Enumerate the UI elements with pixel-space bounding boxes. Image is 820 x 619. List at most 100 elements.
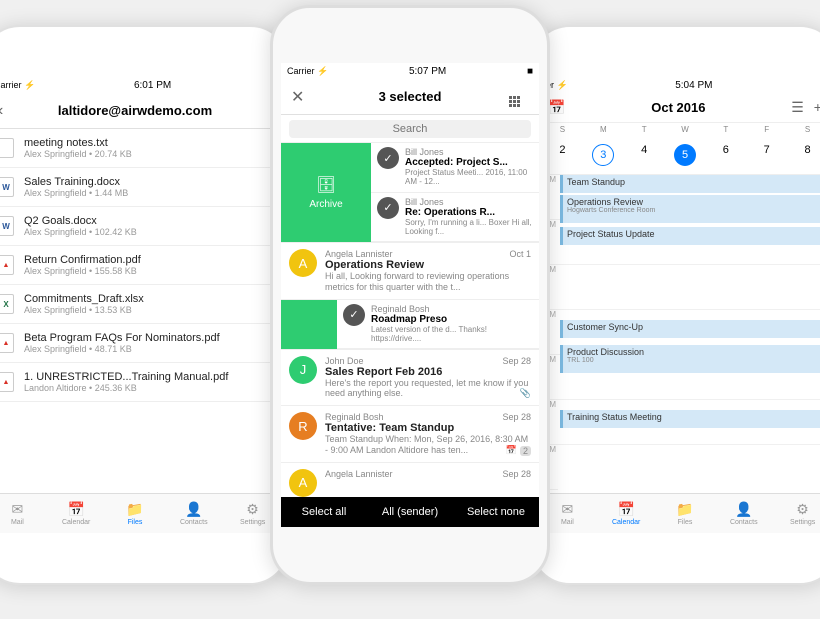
- list-view-icon[interactable]: ☰: [791, 99, 804, 116]
- tab-contacts[interactable]: 👤Contacts: [714, 494, 773, 533]
- tab-files[interactable]: 📁Files: [656, 494, 715, 533]
- event-canvas[interactable]: Team Standup Operations ReviewHogwarts Co…: [558, 175, 820, 475]
- day-cell[interactable]: 3: [583, 140, 624, 170]
- date: Sep 28: [502, 469, 531, 479]
- carrier-label: Carrier ⚡: [0, 80, 35, 91]
- file-meta: Alex Springfield • 20.74 KB: [24, 149, 132, 159]
- settings-icon: ⚙: [246, 501, 259, 518]
- tab-contacts[interactable]: 👤Contacts: [164, 494, 223, 533]
- sender: John Doe: [325, 356, 531, 366]
- calendar-event[interactable]: Team Standup: [560, 175, 820, 193]
- file-icon: [0, 255, 14, 275]
- tab-mail[interactable]: ✉Mail: [0, 494, 47, 533]
- mail-icon: ✉: [12, 501, 24, 518]
- grid-icon[interactable]: [509, 86, 529, 107]
- weekday-label: T: [624, 125, 665, 134]
- settings-icon: ⚙: [796, 501, 809, 518]
- tab-label: Files: [678, 519, 693, 526]
- mail-row[interactable]: J John Doe Sales Report Feb 2016 Here's …: [281, 350, 539, 407]
- date: Sep 28: [502, 356, 531, 366]
- archive-action[interactable]: 🗄 Archive: [281, 143, 371, 242]
- file-row[interactable]: 1. UNRESTRICTED...Training Manual.pdf La…: [0, 363, 282, 402]
- calendar-event[interactable]: Training Status Meeting: [560, 410, 820, 428]
- files-icon: 📁: [126, 501, 143, 518]
- add-event-icon[interactable]: +: [814, 99, 820, 116]
- tab-label: Contacts: [730, 519, 758, 526]
- file-row[interactable]: Commitments_Draft.xlsx Alex Springfield …: [0, 285, 282, 324]
- file-name: meeting notes.txt: [24, 137, 132, 149]
- swiped-message[interactable]: Bill Jones Re: Operations R... Sorry, I'…: [371, 193, 539, 243]
- avatar: J: [289, 356, 317, 384]
- carrier-label: Carrier ⚡: [287, 66, 328, 77]
- day-cell[interactable]: 5: [665, 140, 706, 170]
- preview: Hi all, Looking forward to reviewing ope…: [325, 271, 531, 293]
- tab-label: Mail: [561, 519, 574, 526]
- file-row[interactable]: Beta Program FAQs For Nominators.pdf Ale…: [0, 324, 282, 363]
- file-name: 1. UNRESTRICTED...Training Manual.pdf: [24, 371, 228, 383]
- nav-bar: ✕ 3 selected: [281, 79, 539, 115]
- tab-calendar[interactable]: 📅Calendar: [597, 494, 656, 533]
- calendar-icon: 📅: [506, 445, 517, 456]
- file-name: Return Confirmation.pdf: [24, 254, 141, 266]
- day-cell[interactable]: 8: [787, 140, 820, 170]
- select-none-button[interactable]: Select none: [453, 497, 539, 527]
- tab-bar: ✉Mail📅Calendar📁Files👤Contacts⚙Settings: [538, 493, 820, 533]
- subject: Re: Operations R...: [405, 207, 533, 218]
- back-icon[interactable]: ‹: [0, 102, 18, 120]
- tab-settings[interactable]: ⚙Settings: [773, 494, 820, 533]
- calendar-event[interactable]: Operations ReviewHogwarts Conference Roo…: [560, 195, 820, 223]
- calendar-event[interactable]: Customer Sync-Up: [560, 320, 820, 338]
- day-cell[interactable]: 7: [746, 140, 787, 170]
- preview: Latest version of the d... Thanks! https…: [371, 325, 533, 343]
- event-location: Hogwarts Conference Room: [567, 207, 820, 214]
- file-icon: [0, 294, 14, 314]
- calendar-today-icon[interactable]: 📅: [548, 99, 565, 116]
- file-row[interactable]: Sales Training.docx Alex Springfield • 1…: [0, 168, 282, 207]
- day-cell[interactable]: 4: [624, 140, 665, 170]
- month-label[interactable]: Oct 2016: [651, 100, 705, 115]
- subject: Roadmap Preso: [371, 314, 533, 325]
- search-input[interactable]: [289, 120, 531, 138]
- calendar-icon: 📅: [67, 501, 84, 518]
- search-bar: [281, 115, 539, 143]
- select-all-button[interactable]: Select all: [281, 497, 367, 527]
- date: Oct 1: [509, 249, 531, 259]
- file-row[interactable]: Return Confirmation.pdf Alex Springfield…: [0, 246, 282, 285]
- mail-row[interactable]: A Angela Lannister Operations Review Hi …: [281, 243, 539, 300]
- tab-files[interactable]: 📁Files: [106, 494, 165, 533]
- calendar-event[interactable]: Project Status Update: [560, 227, 820, 245]
- archive-action[interactable]: [281, 300, 337, 349]
- mail-row[interactable]: R Reginald Bosh Tentative: Team Standup …: [281, 406, 539, 463]
- file-name: Sales Training.docx: [24, 176, 128, 188]
- preview: Project Status Meeti... 2016, 11:00 AM -…: [405, 168, 533, 186]
- event-location: TRL 100: [567, 357, 820, 364]
- event-title: Product Discussion: [567, 347, 820, 357]
- event-title: Training Status Meeting: [567, 412, 820, 422]
- file-name: Q2 Goals.docx: [24, 215, 137, 227]
- day-cell[interactable]: 6: [705, 140, 746, 170]
- calendar-event[interactable]: Product DiscussionTRL 100: [560, 345, 820, 373]
- close-icon[interactable]: ✕: [291, 87, 311, 107]
- date: Sep 28: [502, 412, 531, 422]
- subject: Accepted: Project S...: [405, 157, 533, 168]
- selected-check-icon: [377, 197, 399, 219]
- swiped-mail-row[interactable]: Reginald Bosh Roadmap Preso Latest versi…: [281, 300, 539, 350]
- file-row[interactable]: Q2 Goals.docx Alex Springfield • 102.42 …: [0, 207, 282, 246]
- file-meta: Alex Springfield • 102.42 KB: [24, 227, 137, 237]
- tab-calendar[interactable]: 📅Calendar: [47, 494, 106, 533]
- weekday-label: F: [746, 125, 787, 134]
- file-row[interactable]: meeting notes.txt Alex Springfield • 20.…: [0, 129, 282, 168]
- attachment-icon: 📎: [520, 388, 531, 399]
- selection-bar: Select all All (sender) Select none: [281, 497, 539, 527]
- tab-label: Mail: [11, 519, 24, 526]
- nav-bar: ‹ laltidore@airwdemo.com: [0, 93, 282, 129]
- file-meta: Alex Springfield • 1.44 MB: [24, 188, 128, 198]
- select-sender-button[interactable]: All (sender): [367, 497, 453, 527]
- contacts-icon: 👤: [185, 501, 202, 518]
- tab-label: Calendar: [62, 519, 90, 526]
- swipe-messages: Bill Jones Accepted: Project S... Projec…: [371, 143, 539, 242]
- phone-calendar: ier ⚡ 5:04 PM ■ 📅 Oct 2016 ☰ + SMTWTFS 2…: [530, 25, 820, 585]
- swiped-message[interactable]: Bill Jones Accepted: Project S... Projec…: [371, 143, 539, 193]
- calendar-icon: 📅: [617, 501, 634, 518]
- avatar: R: [289, 412, 317, 440]
